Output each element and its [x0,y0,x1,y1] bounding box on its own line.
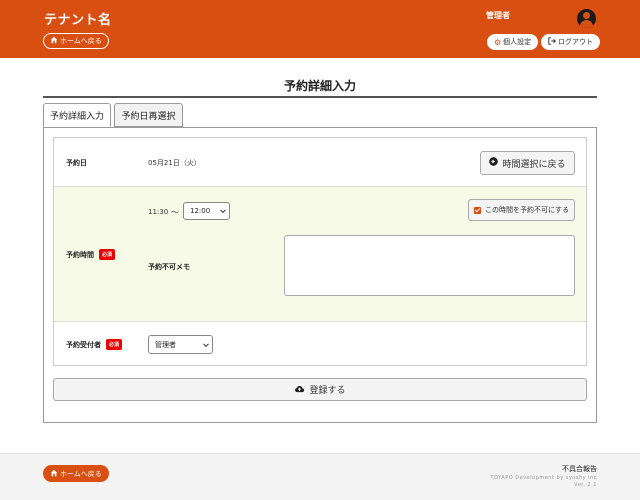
staff-select[interactable]: 管理者 [148,335,213,354]
logout-label: ログアウト [558,38,593,46]
checkbox-icon[interactable] [473,206,481,214]
date-value: 05月21日（火） [148,159,201,167]
cloud-upload-icon [294,384,305,396]
home-button-bottom[interactable]: ホームへ戻る [43,465,109,482]
bug-report-link[interactable]: 不具合報告 [562,464,597,474]
user-name: 管理者 [486,11,510,20]
settings-label: 個人設定 [503,38,532,46]
register-button[interactable]: 登録する [53,378,587,401]
logout-button[interactable]: ログアウト [541,34,600,50]
end-time-value: 12:00 [190,207,211,215]
mark-unavailable-button[interactable]: この時間を予約不可にする [468,199,575,221]
staff-row: 予約受付者 必須 管理者 [54,322,586,367]
time-label: 予約時間 [66,251,94,259]
required-badge: 必須 [106,339,123,350]
settings-button[interactable]: ⚙ 個人設定 [487,34,539,50]
memo-label: 予約不可メモ [148,263,190,271]
tenant-name: テナント名 [44,13,112,28]
copyright-line-1: TOYAPO Development by syoshy inc [490,475,597,481]
reservation-form: 予約日 05月21日（火） 時間選択に戻る 予約時間 必須 11:30 〜 12… [53,137,587,366]
mark-unavailable-label: この時間を予約不可にする [484,206,570,214]
end-time-select[interactable]: 12:00 [183,202,230,220]
gear-icon: ⚙ [494,37,502,47]
time-separator: 〜 [171,208,179,217]
unavailable-memo-textarea[interactable] [284,235,575,296]
staff-label: 予約受付者 [66,341,101,349]
date-label: 予約日 [66,159,87,167]
arrow-left-circle-icon [489,157,499,169]
user-avatar-icon[interactable] [577,9,596,28]
logout-icon [548,37,556,47]
home-icon [50,469,58,479]
back-to-time-button[interactable]: 時間選択に戻る [480,151,575,175]
tab-reservation-details[interactable]: 予約詳細入力 [43,103,111,127]
copyright: TOYAPO Development by syoshy inc Ver. 2.… [490,475,597,489]
home-bottom-label: ホームへ戻る [60,469,102,478]
required-badge: 必須 [99,249,116,260]
home-button-top[interactable]: ホームへ戻る [43,33,109,49]
time-row: 予約時間 必須 11:30 〜 12:00 この時間を予約不可にする 予約不可メ… [54,186,586,322]
chevron-down-icon [220,207,226,214]
home-button-label: ホームへ戻る [60,37,102,45]
staff-value: 管理者 [155,340,176,349]
copyright-line-2: Ver. 2.1 [574,482,597,488]
tab-reselect-date[interactable]: 予約日再選択 [114,103,183,127]
page-title: 予約詳細入力 [283,79,356,93]
title-divider [43,96,597,98]
home-icon [50,36,58,46]
back-to-time-label: 時間選択に戻る [502,159,566,170]
chevron-down-icon [203,340,209,347]
start-time: 11:30 [148,208,169,216]
date-row: 予約日 05月21日（火） 時間選択に戻る [54,138,586,186]
register-label: 登録する [309,386,346,396]
